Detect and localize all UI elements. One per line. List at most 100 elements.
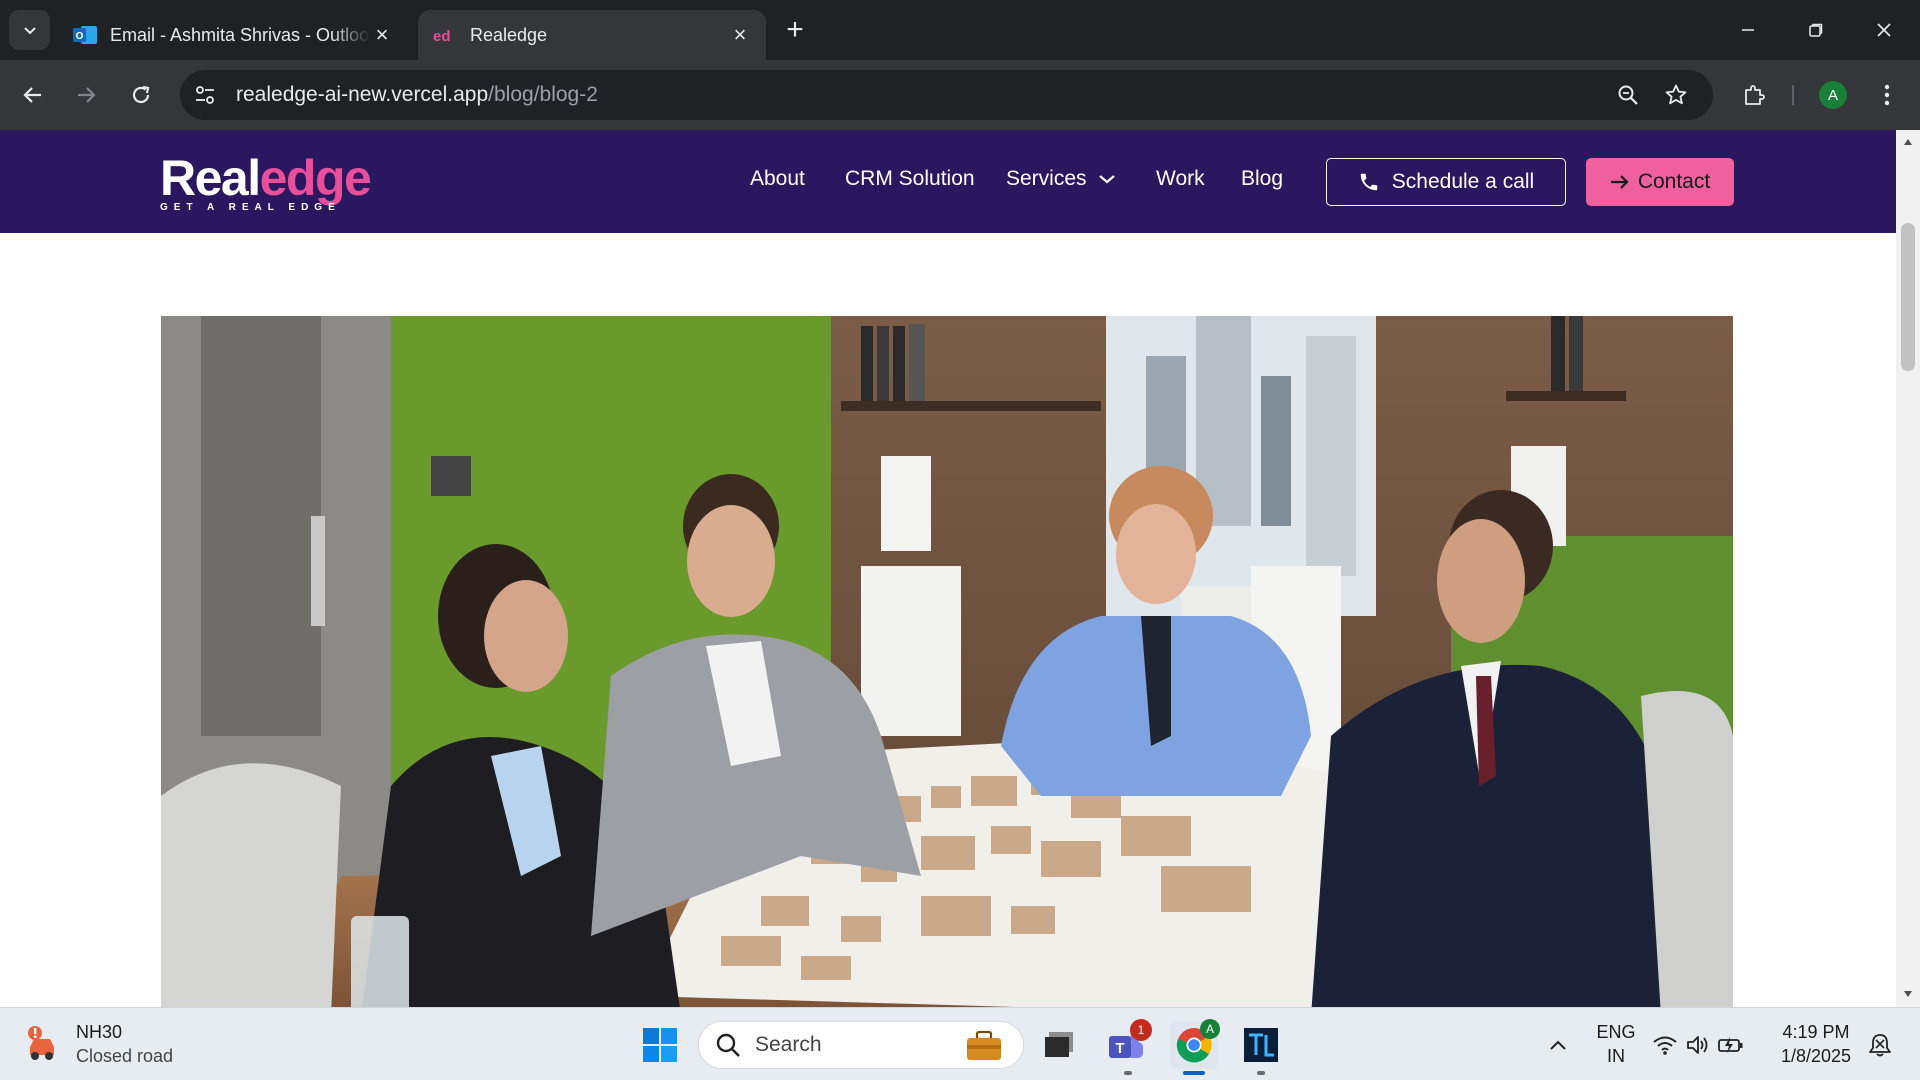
- notification-bell-icon: [1869, 1034, 1891, 1057]
- language-code: ENG: [1596, 1022, 1636, 1042]
- browser-menu-button[interactable]: [1867, 75, 1907, 115]
- star-icon: [1665, 84, 1687, 105]
- tab-search-button[interactable]: [9, 10, 50, 50]
- extensions-button[interactable]: [1734, 75, 1774, 115]
- svg-text:ed: ed: [433, 28, 451, 43]
- battery-charging-icon: [1718, 1037, 1743, 1053]
- arrow-left-icon: [23, 87, 41, 103]
- volume-icon: [1687, 1036, 1708, 1054]
- quick-settings-button[interactable]: [1648, 1021, 1748, 1069]
- clock-time: 4:19 PM: [1782, 1022, 1850, 1042]
- teams-running-indicator: [1124, 1071, 1132, 1075]
- zoom-icon: [1618, 85, 1638, 105]
- new-tab-button[interactable]: +: [780, 13, 810, 46]
- tab-realedge[interactable]: ed Realedge ×: [418, 10, 766, 60]
- minimize-button[interactable]: [1728, 10, 1768, 50]
- chevron-down-icon: [23, 27, 36, 35]
- chrome-active-indicator: [1183, 1071, 1205, 1075]
- zoom-button[interactable]: [1608, 75, 1648, 115]
- restore-button[interactable]: [1796, 10, 1836, 50]
- weather-title: NH30: [76, 1022, 123, 1042]
- nav-blog[interactable]: Blog: [1241, 167, 1283, 191]
- scroll-up-arrow[interactable]: [1902, 136, 1914, 148]
- tab-title: Email - Ashmita Shrivas - Outlook: [110, 24, 370, 45]
- tab-outlook[interactable]: O Email - Ashmita Shrivas - Outlook ×: [58, 10, 408, 60]
- start-button[interactable]: [636, 1021, 684, 1069]
- outlook-icon: O: [72, 23, 98, 47]
- tune-icon: [196, 86, 214, 104]
- taskbar-search-box[interactable]: Search: [698, 1021, 1024, 1069]
- nav-services-label: Services: [1006, 167, 1087, 190]
- contact-button[interactable]: Contact: [1586, 158, 1734, 206]
- traffic-alert-icon: [28, 1026, 54, 1060]
- show-hidden-icons-button[interactable]: [1534, 1021, 1582, 1069]
- scrollbar-thumb[interactable]: [1901, 223, 1915, 371]
- taskbar-search-placeholder: Search: [755, 1033, 822, 1056]
- blog-hero-image: [161, 316, 1733, 1007]
- chrome-profile-badge: A: [1200, 1019, 1220, 1039]
- arrow-right-icon: [1610, 175, 1629, 189]
- url-text[interactable]: realedge-ai-new.vercel.app/blog/blog-2: [236, 83, 598, 107]
- browser-tab-strip: O Email - Ashmita Shrivas - Outlook × ed…: [0, 0, 1920, 60]
- browser-toolbar: realedge-ai-new.vercel.app/blog/blog-2 A: [0, 60, 1920, 130]
- task-view-icon: [1045, 1032, 1073, 1057]
- page-scrollbar[interactable]: [1896, 130, 1920, 1007]
- nav-about[interactable]: About: [750, 167, 805, 191]
- svg-text:T: T: [1115, 1040, 1124, 1057]
- logo-wordmark: Realedge: [160, 150, 372, 206]
- realedge-favicon-icon: ed: [432, 23, 458, 47]
- url-domain: realedge-ai-new.vercel.app: [236, 83, 489, 106]
- weather-text: NH30 Closed road: [76, 1020, 173, 1068]
- notifications-button[interactable]: [1862, 1021, 1898, 1069]
- logo-tagline: GET A REAL EDGE: [160, 202, 341, 213]
- url-path: /blog/blog-2: [488, 83, 598, 106]
- forward-button[interactable]: [66, 75, 106, 115]
- chevron-down-icon: [1098, 175, 1115, 184]
- close-window-button[interactable]: [1864, 10, 1904, 50]
- search-icon: [716, 1033, 740, 1057]
- clock[interactable]: 4:19 PM 1/8/2025: [1772, 1020, 1860, 1068]
- close-tab-icon[interactable]: ×: [370, 22, 394, 47]
- language-indicator[interactable]: ENG IN: [1594, 1020, 1638, 1068]
- site-logo[interactable]: Realedge GET A REAL EDGE: [160, 150, 372, 214]
- clock-date: 1/8/2025: [1780, 1046, 1852, 1066]
- taskbar-teams[interactable]: T 1: [1102, 1019, 1152, 1069]
- taskbar-tl-app[interactable]: [1237, 1021, 1285, 1069]
- triangle-up-icon: [1904, 139, 1912, 145]
- contact-label: Contact: [1637, 170, 1711, 193]
- reload-icon: [132, 85, 150, 104]
- taskbar-chrome[interactable]: A: [1170, 1019, 1220, 1069]
- site-settings-button[interactable]: [184, 74, 226, 116]
- restore-icon: [1809, 23, 1823, 37]
- triangle-down-icon: [1904, 991, 1912, 997]
- language-region: IN: [1607, 1046, 1625, 1066]
- nav-services[interactable]: Services: [1006, 167, 1117, 191]
- avatar: A: [1819, 81, 1847, 109]
- minimize-icon: [1742, 29, 1754, 31]
- back-button[interactable]: [13, 75, 53, 115]
- scroll-down-arrow[interactable]: [1902, 988, 1914, 1000]
- profile-button[interactable]: A: [1813, 75, 1853, 115]
- close-icon: [1877, 23, 1891, 37]
- tl-app-icon: [1244, 1028, 1278, 1062]
- weather-widget[interactable]: NH30 Closed road: [24, 1020, 173, 1068]
- phone-icon: [1360, 173, 1378, 191]
- close-tab-icon[interactable]: ×: [728, 22, 752, 47]
- address-bar[interactable]: realedge-ai-new.vercel.app/blog/blog-2: [180, 70, 1713, 120]
- taskbar-task-view[interactable]: [1035, 1021, 1083, 1069]
- wifi-icon: [1653, 1036, 1677, 1055]
- nav-work[interactable]: Work: [1156, 167, 1205, 191]
- chevron-up-icon: [1550, 1040, 1566, 1050]
- nav-crm-solution[interactable]: CRM Solution: [845, 167, 975, 191]
- bookmark-button[interactable]: [1656, 75, 1696, 115]
- arrow-right-icon: [78, 87, 96, 103]
- meeting-photo: [161, 316, 1733, 1007]
- tl-running-indicator: [1257, 1071, 1265, 1075]
- windows-taskbar: NH30 Closed road Search T 1 A ENG IN 4:1…: [0, 1007, 1920, 1080]
- schedule-call-button[interactable]: Schedule a call: [1326, 158, 1566, 206]
- page-viewport: Realedge GET A REAL EDGE About CRM Solut…: [0, 130, 1896, 1007]
- schedule-call-label: Schedule a call: [1391, 170, 1535, 193]
- toolbar-divider: [1792, 85, 1794, 105]
- reload-button[interactable]: [121, 75, 161, 115]
- logo-word-accent: edge: [259, 150, 372, 206]
